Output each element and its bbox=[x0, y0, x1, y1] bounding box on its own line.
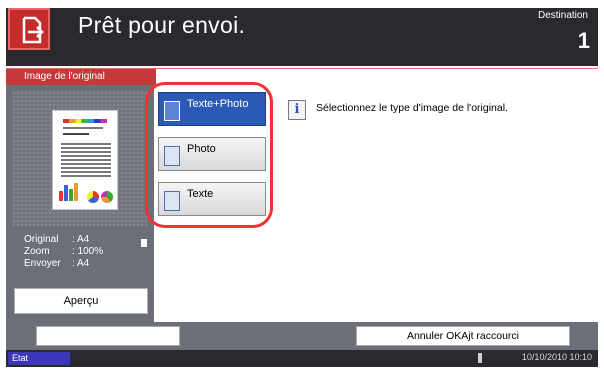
doc-bar bbox=[64, 185, 68, 201]
doc-line bbox=[61, 167, 111, 169]
doc-line bbox=[63, 133, 89, 135]
info-zoom: Zoom : 100% bbox=[24, 246, 103, 257]
option-texte-photo-button[interactable]: Texte+Photo bbox=[158, 92, 266, 126]
info-value: : 100% bbox=[72, 246, 104, 257]
memory-indicator-icon bbox=[478, 353, 482, 363]
instruction-message: Sélectionnez le type d'image de l'origin… bbox=[316, 102, 508, 114]
status-datetime: 10/10/2010 10:10 bbox=[521, 352, 592, 362]
option-label: Texte bbox=[187, 188, 214, 200]
color-swatches bbox=[63, 119, 107, 123]
doc-bar bbox=[74, 183, 78, 201]
info-envoyer: Envoyer : A4 bbox=[24, 258, 89, 269]
info-original: Original : A4 bbox=[24, 234, 89, 245]
doc-line bbox=[61, 163, 111, 165]
bar-chart-graphic bbox=[59, 183, 83, 201]
info-label: Envoyer bbox=[24, 258, 61, 269]
doc-line bbox=[61, 159, 111, 161]
send-document-icon bbox=[22, 16, 44, 44]
cancel-ok-shortcut-button[interactable]: Annuler OKAjt raccourci bbox=[356, 326, 570, 346]
destination-count: 1 bbox=[577, 28, 590, 53]
home-button[interactable] bbox=[8, 8, 50, 50]
page-icon bbox=[141, 239, 147, 247]
doc-line bbox=[61, 147, 111, 149]
status-button[interactable]: Etat bbox=[8, 352, 70, 365]
page-title: Prêt pour envoi. bbox=[78, 12, 246, 38]
option-photo-button[interactable]: Photo bbox=[158, 137, 266, 171]
option-label: Texte+Photo bbox=[187, 98, 249, 110]
doc-line bbox=[61, 171, 111, 173]
destination-label: Destination bbox=[537, 10, 588, 21]
status-bar bbox=[6, 350, 598, 367]
info-label: Original bbox=[24, 234, 59, 245]
section-bar: Image de l'original bbox=[6, 68, 598, 85]
pie-chart-graphic bbox=[87, 191, 99, 203]
section-title: Image de l'original bbox=[24, 71, 105, 82]
option-label: Photo bbox=[187, 143, 216, 155]
document-thumbnail bbox=[52, 110, 118, 210]
photo-icon bbox=[164, 146, 180, 166]
info-value: : A4 bbox=[72, 234, 90, 245]
option-texte-button[interactable]: Texte bbox=[158, 182, 266, 216]
doc-line bbox=[61, 155, 111, 157]
screen: Prêt pour envoi. Destination 1 Image de … bbox=[0, 0, 604, 371]
text-icon bbox=[164, 191, 180, 211]
doc-line bbox=[61, 151, 111, 153]
doc-bar bbox=[59, 191, 63, 201]
text-photo-icon bbox=[164, 101, 180, 121]
doc-bar bbox=[69, 189, 73, 201]
info-icon: i bbox=[288, 100, 306, 120]
doc-line bbox=[63, 127, 103, 129]
footer-left-button[interactable] bbox=[36, 326, 180, 346]
doc-line bbox=[61, 175, 111, 177]
info-label: Zoom bbox=[24, 246, 50, 257]
preview-button[interactable]: Aperçu bbox=[14, 288, 148, 314]
pie-chart-graphic bbox=[101, 191, 113, 203]
doc-line bbox=[61, 143, 111, 145]
info-value: : A4 bbox=[72, 258, 90, 269]
